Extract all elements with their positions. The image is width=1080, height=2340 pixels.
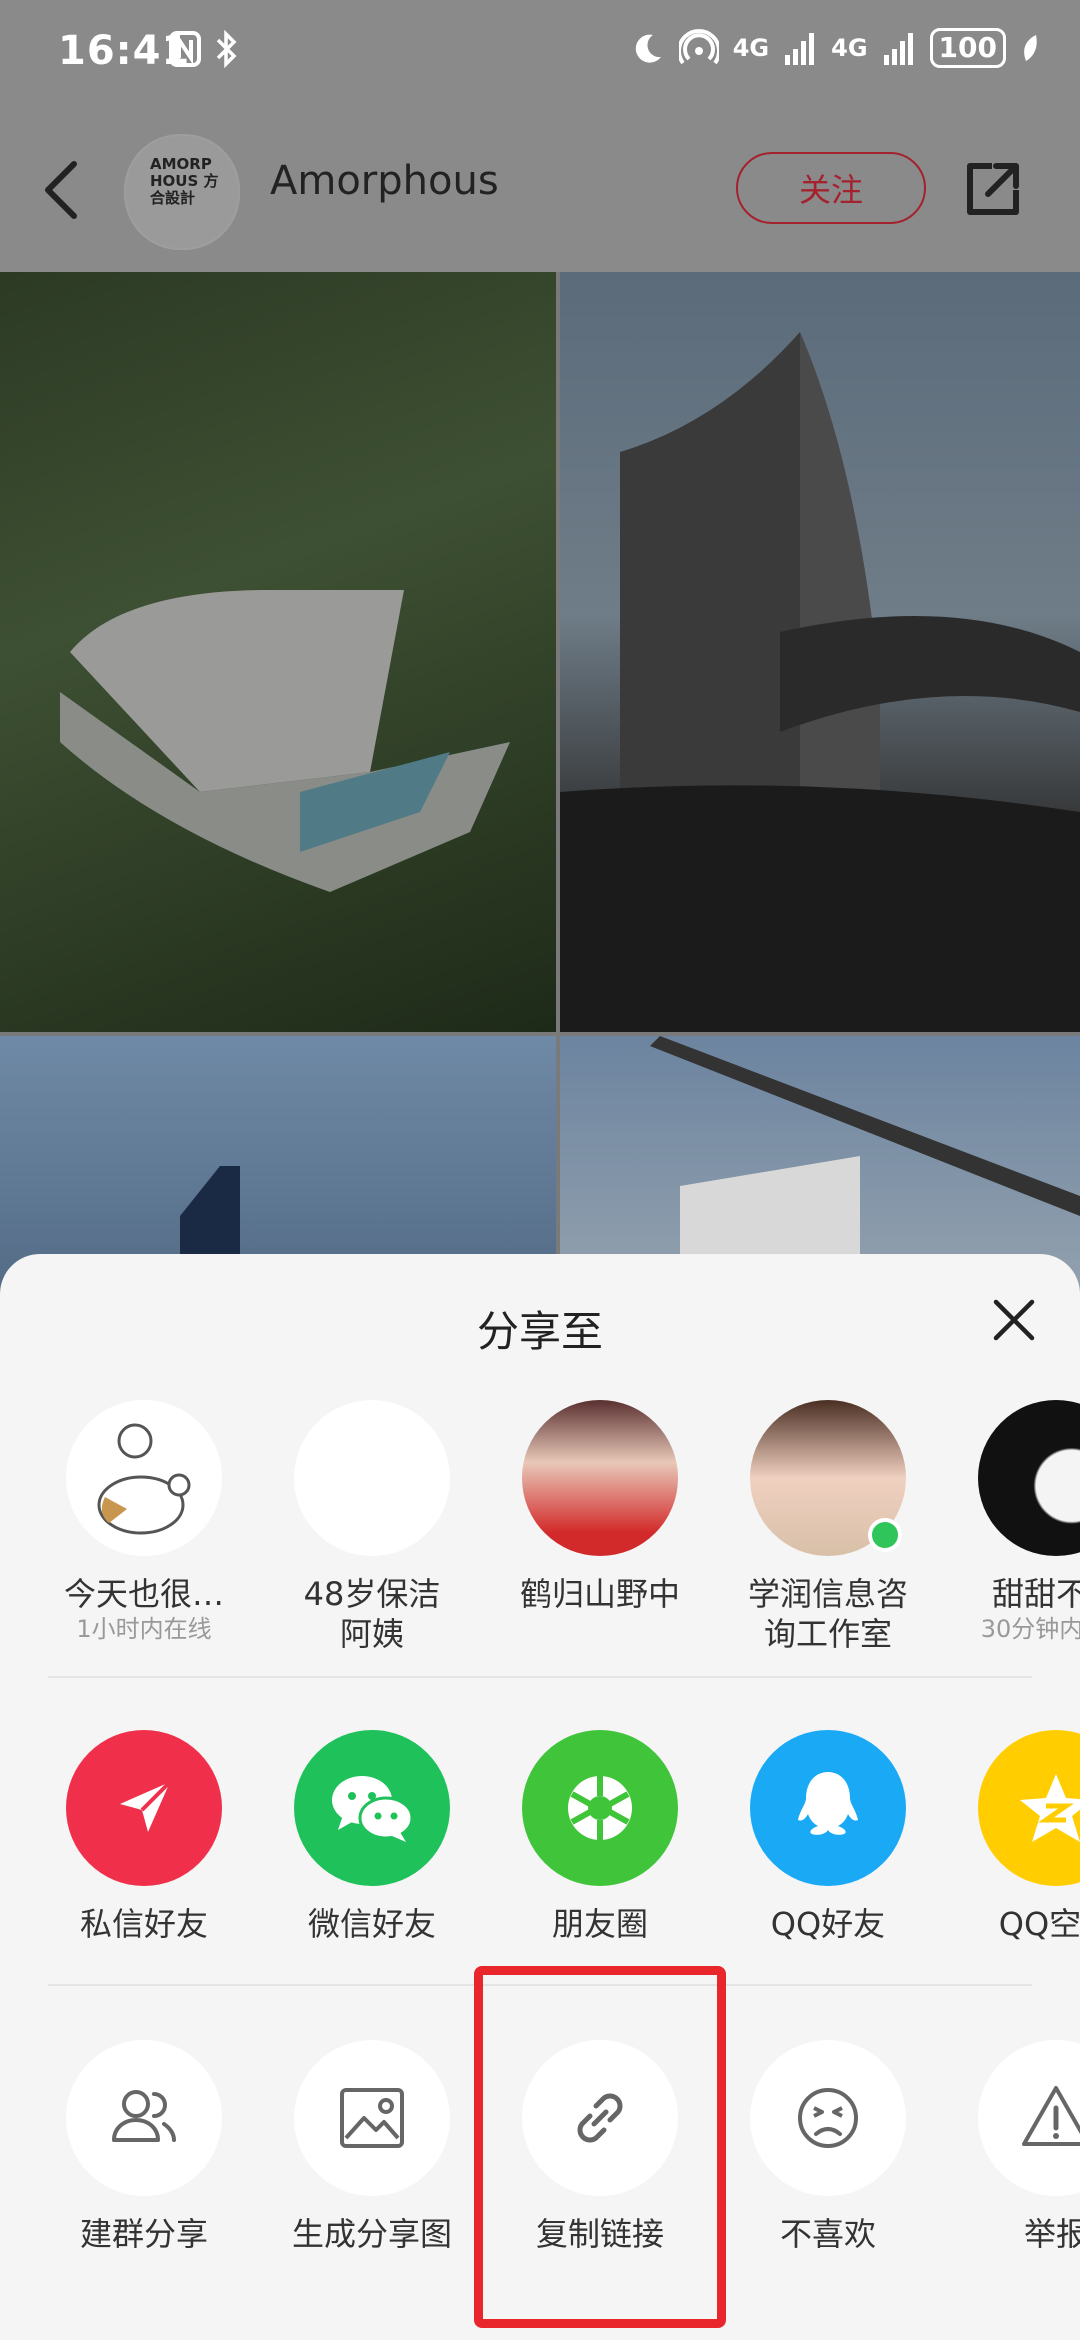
battery-indicator: 100 — [929, 28, 1006, 68]
platform-label: 私信好友 — [79, 1905, 208, 1943]
wechat-icon — [294, 1730, 450, 1886]
friend-item[interactable]: 鹤归山野中 — [500, 1400, 700, 1614]
photo-curved-building[interactable] — [560, 272, 1080, 1032]
friend-name: 鹤归山野中 — [519, 1575, 680, 1613]
hotspot-icon — [678, 29, 719, 65]
moon-icon — [635, 34, 661, 63]
friend-avatar — [978, 1400, 1080, 1556]
share-dm-button[interactable]: 私信好友 — [44, 1730, 244, 1944]
send-icon — [66, 1730, 222, 1886]
friend-item[interactable]: 48岁保洁阿姨 — [272, 1400, 472, 1654]
nfc-icon — [169, 31, 201, 67]
image-icon — [294, 2040, 450, 2196]
friend-avatar — [750, 1400, 906, 1556]
network-4g-2: 4G — [831, 34, 868, 62]
group-share-button[interactable]: 建群分享 — [44, 2040, 244, 2254]
share-sheet-title: 分享至 — [476, 1307, 603, 1356]
status-bar: 16:41 4G 4G 100 — [0, 0, 1080, 108]
friend-avatar — [66, 1400, 222, 1556]
copy-link-highlight — [474, 1966, 726, 2328]
share-qq-button[interactable]: QQ好友 — [728, 1730, 928, 1944]
action-label: 举报 — [1023, 2215, 1080, 2253]
dislike-icon — [750, 2040, 906, 2196]
signal-icon — [785, 33, 815, 65]
platform-label: QQ空间 — [998, 1905, 1080, 1943]
friend-name: 今天也很… — [63, 1575, 224, 1613]
share-qzone-button[interactable]: QQ空间 — [956, 1730, 1080, 1944]
bluetooth-icon — [216, 30, 237, 68]
platforms-row: 私信好友 微信好友 朋友圈 QQ好友 QQ空间 — [0, 1730, 1080, 1960]
close-icon[interactable] — [990, 1296, 1038, 1344]
share-wechat-button[interactable]: 微信好友 — [272, 1730, 472, 1944]
back-arrow-icon[interactable] — [40, 158, 80, 222]
signal-icon — [883, 33, 913, 65]
online-indicator — [868, 1518, 902, 1552]
friend-avatar — [522, 1400, 678, 1556]
qq-icon — [750, 1730, 906, 1886]
friend-name: 甜甜不吃 — [991, 1575, 1080, 1613]
friend-status: 30分钟内在线 — [980, 1615, 1080, 1643]
action-label: 生成分享图 — [291, 2215, 452, 2253]
profile-avatar[interactable]: AMORPHOUS 方合設計 — [124, 134, 240, 250]
friend-name: 48岁保洁阿姨 — [303, 1575, 441, 1653]
share-moments-button[interactable]: 朋友圈 — [500, 1730, 700, 1944]
profile-name[interactable]: Amorphous — [270, 158, 499, 204]
action-label: 不喜欢 — [779, 2215, 876, 2253]
friend-name: 学润信息咨询工作室 — [747, 1575, 908, 1653]
status-icons-left — [168, 30, 238, 68]
follow-button[interactable]: 关注 — [736, 152, 926, 224]
profile-header: AMORPHOUS 方合設計 Amorphous 关注 — [0, 108, 1080, 272]
report-icon — [978, 2040, 1080, 2196]
friends-row: 今天也很… 1小时内在线 48岁保洁阿姨 鹤归山野中 学润信息咨询工作室 甜甜不… — [0, 1400, 1080, 1653]
photo-house-aerial[interactable] — [0, 272, 556, 1032]
friend-avatar — [294, 1400, 450, 1556]
group-icon — [66, 2040, 222, 2196]
avatar-logo-text: AMORPHOUS 方合設計 — [150, 155, 219, 207]
status-icons-right: 4G 4G 100 — [631, 28, 1040, 68]
friend-status: 1小时内在线 — [76, 1615, 212, 1643]
friend-item[interactable]: 甜甜不吃 30分钟内在线 — [956, 1400, 1080, 1644]
moments-icon — [522, 1730, 678, 1886]
photo-grid — [0, 272, 1080, 1336]
platform-label: 微信好友 — [307, 1905, 436, 1943]
platform-label: 朋友圈 — [551, 1905, 648, 1943]
leaf-icon — [1024, 35, 1037, 61]
divider — [48, 1676, 1032, 1678]
platform-label: QQ好友 — [770, 1905, 886, 1943]
dislike-button[interactable]: 不喜欢 — [728, 2040, 928, 2254]
share-icon[interactable] — [962, 158, 1024, 220]
report-button[interactable]: 举报 — [956, 2040, 1080, 2254]
action-label: 建群分享 — [79, 2215, 208, 2253]
generate-share-image-button[interactable]: 生成分享图 — [272, 2040, 472, 2254]
friend-item[interactable]: 今天也很… 1小时内在线 — [44, 1400, 244, 1644]
qzone-icon — [978, 1730, 1080, 1886]
network-4g-1: 4G — [732, 34, 770, 62]
friend-item[interactable]: 学润信息咨询工作室 — [728, 1400, 928, 1654]
